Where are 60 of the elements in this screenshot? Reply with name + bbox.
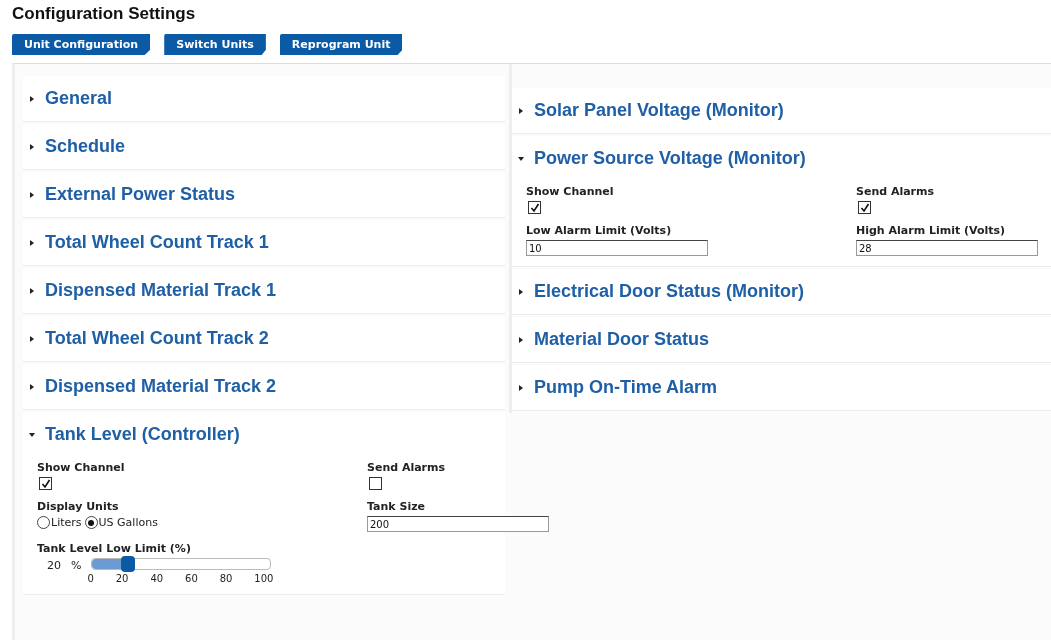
field-label: Send Alarms xyxy=(367,461,447,474)
radio-button[interactable] xyxy=(84,516,98,529)
caret-right-icon xyxy=(29,239,35,246)
section-header[interactable]: Total Wheel Count Track 1 xyxy=(23,220,505,265)
radio-button[interactable] xyxy=(37,516,50,529)
checkbox[interactable] xyxy=(369,477,382,490)
input-field[interactable]: 10 xyxy=(526,240,708,256)
section-header[interactable]: Dispensed Material Track 1 xyxy=(23,268,505,313)
caret-right-icon xyxy=(29,383,35,390)
tick-label: 80 xyxy=(219,573,233,584)
field-label: High Alarm Limit (Volts) xyxy=(856,224,1007,237)
input-field[interactable]: 200 xyxy=(367,516,549,532)
tick-label: 100 xyxy=(254,573,274,584)
section-header[interactable]: Tank Level (Controller) xyxy=(23,412,505,457)
section-header[interactable]: Solar Panel Voltage (Monitor) xyxy=(512,88,1051,133)
nav-button[interactable]: Reprogram Unit xyxy=(279,34,403,55)
field-label: Show Channel xyxy=(37,461,126,474)
unit-label: % xyxy=(71,559,82,572)
section-header[interactable]: Schedule xyxy=(23,124,505,169)
section-header[interactable]: External Power Status xyxy=(23,172,505,217)
slider-thumb[interactable] xyxy=(121,556,136,572)
section-header[interactable]: Total Wheel Count Track 2 xyxy=(23,316,505,361)
field-label: Low Alarm Limit (Volts) xyxy=(526,224,673,237)
section-header[interactable]: Power Source Voltage (Monitor) xyxy=(512,136,1051,181)
section-header[interactable]: Material Door Status xyxy=(512,317,1051,362)
caret-right-icon xyxy=(29,191,35,198)
section-header[interactable]: General xyxy=(23,76,505,121)
caret-down-icon xyxy=(29,431,35,438)
input-field[interactable]: 28 xyxy=(856,240,1038,256)
field-label: Send Alarms xyxy=(856,185,936,198)
caret-right-icon xyxy=(518,336,524,343)
checkbox[interactable] xyxy=(528,201,541,214)
checkbox[interactable] xyxy=(858,201,871,214)
radio-label: US Gallons xyxy=(98,516,158,529)
tick-label: 60 xyxy=(185,573,198,584)
checkbox[interactable] xyxy=(39,477,52,490)
caret-right-icon xyxy=(518,288,524,295)
section-header[interactable]: Electrical Door Status (Monitor) xyxy=(512,269,1051,314)
caret-right-icon xyxy=(29,335,35,342)
field-label: Show Channel xyxy=(526,185,615,198)
page-title: Configuration Settings xyxy=(12,4,197,24)
caret-down-icon xyxy=(518,155,524,162)
caret-right-icon xyxy=(29,287,35,294)
tick-label: 0 xyxy=(87,573,94,584)
slider-track[interactable] xyxy=(91,558,272,570)
field-label: Tank Size xyxy=(367,500,427,513)
caret-right-icon xyxy=(518,107,524,114)
caret-right-icon xyxy=(29,95,35,102)
field-label: Display Units xyxy=(37,500,120,513)
nav-button[interactable]: Unit Configuration xyxy=(12,34,151,55)
caret-right-icon xyxy=(518,384,524,391)
tick-label: 20 xyxy=(115,573,129,584)
field-label: Tank Level Low Limit (%) xyxy=(37,542,192,555)
slider-value: 20 xyxy=(47,559,61,572)
caret-right-icon xyxy=(29,143,35,150)
nav-button[interactable]: Switch Units xyxy=(164,34,266,55)
section-header[interactable]: Dispensed Material Track 2 xyxy=(23,364,505,409)
radio-label: Liters xyxy=(51,516,82,529)
tick-label: 40 xyxy=(150,573,164,584)
section-header[interactable]: Pump On-Time Alarm xyxy=(512,365,1051,410)
